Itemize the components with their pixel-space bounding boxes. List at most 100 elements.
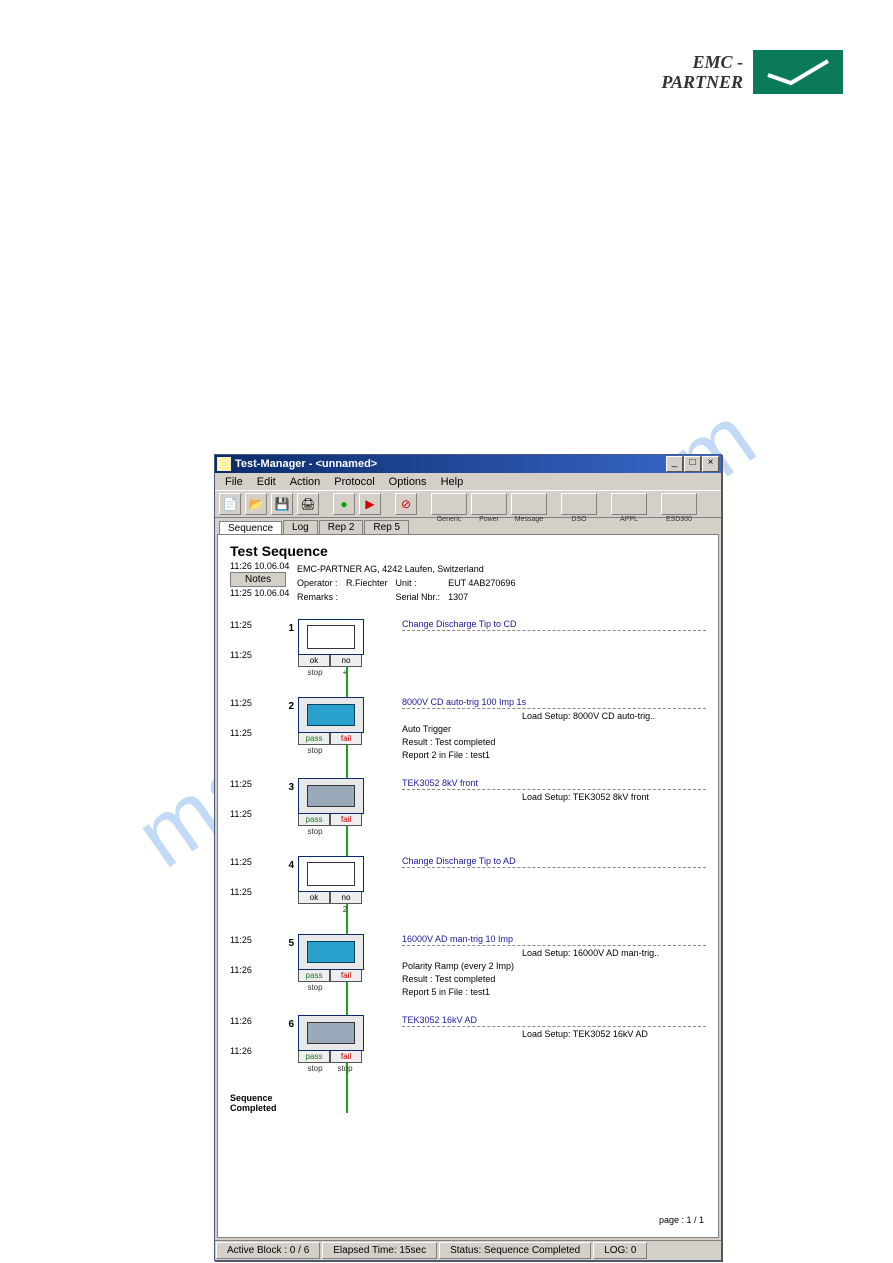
step-detail: Result : Test completed xyxy=(402,974,706,984)
tab-rep5[interactable]: Rep 5 xyxy=(364,520,409,534)
step-btn-fail[interactable]: fail xyxy=(330,1051,362,1063)
brand-logo: EMC - PARTNER xyxy=(661,50,843,94)
print-icon[interactable]: 🖨 xyxy=(297,493,319,515)
tool-dso[interactable]: DSO xyxy=(561,493,597,515)
remarks-label: Remarks : xyxy=(297,591,344,603)
step-btn-ok[interactable]: ok xyxy=(298,892,330,904)
logo-line2: PARTNER xyxy=(661,72,743,92)
tab-log[interactable]: Log xyxy=(283,520,318,534)
step-time-end: 11:26 xyxy=(230,964,280,976)
step-detail: Result : Test completed xyxy=(402,737,706,747)
notes-button[interactable]: Notes xyxy=(230,572,286,587)
step-title[interactable]: Change Discharge Tip to AD xyxy=(402,856,706,868)
step-btn-pass[interactable]: pass xyxy=(298,814,330,826)
step-btn-fail[interactable]: fail xyxy=(330,814,362,826)
step-under-label: stop xyxy=(300,827,330,836)
step-under-label: stop xyxy=(300,983,330,992)
step-number: 1 xyxy=(280,619,294,634)
step-block[interactable]: passfailstop xyxy=(298,697,362,755)
step-load-setup: Load Setup: TEK3052 8kV front xyxy=(522,792,706,802)
status-status: Status: Sequence Completed xyxy=(439,1242,591,1259)
step-title[interactable]: TEK3052 16kV AD xyxy=(402,1015,706,1027)
step-number: 6 xyxy=(280,1015,294,1030)
header-info: EMC-PARTNER AG, 4242 Laufen, Switzerland… xyxy=(295,561,523,605)
minimize-button[interactable]: _ xyxy=(666,456,683,472)
step-under-label: + xyxy=(330,668,360,677)
serial: 1307 xyxy=(448,591,521,603)
step-time-start: 11:25 xyxy=(230,697,280,709)
stop-icon[interactable]: ⊘ xyxy=(395,493,417,515)
menu-protocol[interactable]: Protocol xyxy=(328,475,380,489)
step-title[interactable]: TEK3052 8kV front xyxy=(402,778,706,790)
step-thumbnail xyxy=(298,856,364,892)
step-time-end: 11:25 xyxy=(230,886,280,898)
menu-options[interactable]: Options xyxy=(383,475,433,489)
step-load-setup: Load Setup: 8000V CD auto-trig.. xyxy=(522,711,706,721)
tool-appl[interactable]: APPL xyxy=(611,493,647,515)
step-time-end: 11:25 xyxy=(230,649,280,661)
step-block[interactable]: passfailstopstop xyxy=(298,1015,362,1073)
step-block[interactable]: passfailstop xyxy=(298,778,362,836)
step-title[interactable]: Change Discharge Tip to CD xyxy=(402,619,706,631)
step-title[interactable]: 8000V CD auto-trig 100 Imp 1s xyxy=(402,697,706,709)
step-thumbnail xyxy=(298,778,364,814)
tool-message[interactable]: Message xyxy=(511,493,547,515)
step-time-start: 11:25 xyxy=(230,778,280,790)
play-icon[interactable]: ▶ xyxy=(359,493,381,515)
sequence-step: 11:2511:251oknostop+Change Discharge Tip… xyxy=(230,619,706,679)
step-btn-no[interactable]: no xyxy=(330,655,362,667)
app-icon xyxy=(217,457,231,471)
step-time-end: 11:26 xyxy=(230,1045,280,1057)
step-number: 2 xyxy=(280,697,294,712)
step-detail: Report 2 in File : test1 xyxy=(402,750,706,760)
close-button[interactable]: × xyxy=(702,456,719,472)
save-icon[interactable]: 💾 xyxy=(271,493,293,515)
step-block[interactable]: passfailstop xyxy=(298,934,362,992)
new-icon[interactable]: 📄 xyxy=(219,493,241,515)
menu-help[interactable]: Help xyxy=(435,475,470,489)
logo-line1: EMC - xyxy=(661,52,743,72)
tool-esd300[interactable]: ESD300 xyxy=(661,493,697,515)
unit-label: Unit : xyxy=(396,577,447,589)
step-under-label: stop xyxy=(300,668,330,677)
step-time-start: 11:25 xyxy=(230,619,280,631)
step-btn-fail[interactable]: fail xyxy=(330,970,362,982)
menu-file[interactable]: File xyxy=(219,475,249,489)
menu-edit[interactable]: Edit xyxy=(251,475,282,489)
step-block[interactable]: oknostop+ xyxy=(298,619,362,677)
company: EMC-PARTNER AG, 4242 Laufen, Switzerland xyxy=(297,563,521,575)
step-btn-pass[interactable]: pass xyxy=(298,1051,330,1063)
step-under-label: stop xyxy=(300,746,330,755)
tool-generic[interactable]: Generic xyxy=(431,493,467,515)
step-thumbnail xyxy=(298,934,364,970)
step-number: 5 xyxy=(280,934,294,949)
sequence-step: 11:2511:254okno2Change Discharge Tip to … xyxy=(230,856,706,916)
window-title: Test-Manager - <unnamed> xyxy=(235,458,666,470)
menu-action[interactable]: Action xyxy=(284,475,327,489)
step-time-start: 11:25 xyxy=(230,856,280,868)
sequence-step: 11:2611:266passfailstopstopTEK3052 16kV … xyxy=(230,1015,706,1075)
operator: R.Fiechter xyxy=(346,577,394,589)
tab-rep2[interactable]: Rep 2 xyxy=(319,520,364,534)
tool-power[interactable]: Power xyxy=(471,493,507,515)
step-title[interactable]: 16000V AD man-trig 10 Imp xyxy=(402,934,706,946)
step-btn-pass[interactable]: pass xyxy=(298,970,330,982)
step-time-start: 11:25 xyxy=(230,934,280,946)
step-btn-no[interactable]: no xyxy=(330,892,362,904)
step-btn-fail[interactable]: fail xyxy=(330,733,362,745)
step-detail: Polarity Ramp (every 2 Imp) xyxy=(402,961,706,971)
maximize-button[interactable]: □ xyxy=(684,456,701,472)
step-number: 3 xyxy=(280,778,294,793)
tab-sequence[interactable]: Sequence xyxy=(219,521,282,535)
step-detail: Report 5 in File : test1 xyxy=(402,987,706,997)
step-block[interactable]: okno2 xyxy=(298,856,362,914)
step-load-setup: Load Setup: TEK3052 16kV AD xyxy=(522,1029,706,1039)
step-btn-ok[interactable]: ok xyxy=(298,655,330,667)
step-btn-pass[interactable]: pass xyxy=(298,733,330,745)
record-icon[interactable]: ● xyxy=(333,493,355,515)
titlebar: Test-Manager - <unnamed> _ □ × xyxy=(215,455,721,473)
operator-label: Operator : xyxy=(297,577,344,589)
sequence-step: 11:25 11:26 5 passfailstop 16000V AD man-tri… xyxy=(230,934,706,997)
open-icon[interactable]: 📂 xyxy=(245,493,267,515)
step-under-label: stop xyxy=(300,1064,330,1073)
